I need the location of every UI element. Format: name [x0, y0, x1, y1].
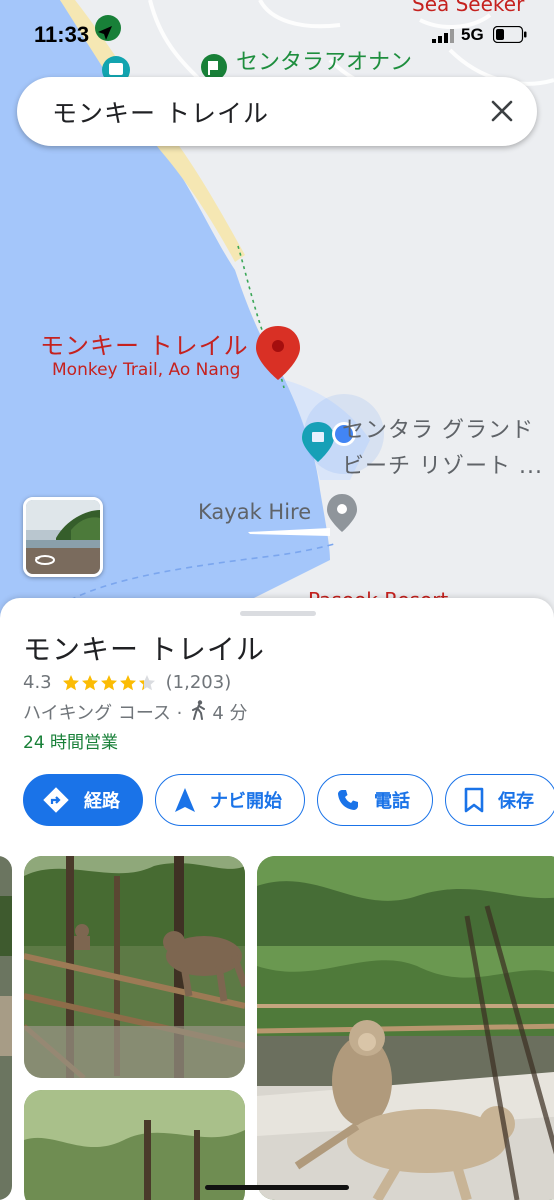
rating-stars [62, 674, 160, 692]
call-button[interactable]: 電話 [317, 774, 433, 826]
battery-icon [492, 25, 527, 47]
review-count[interactable]: (1,203) [166, 672, 232, 693]
save-button[interactable]: 保存 [445, 774, 554, 826]
photo-forest[interactable] [24, 1090, 245, 1200]
sheet-drag-handle[interactable] [240, 611, 316, 616]
map-label-beach-resort[interactable]: ビーチ リゾート ... [342, 448, 543, 480]
home-indicator[interactable] [205, 1185, 349, 1190]
star-icon [62, 674, 79, 690]
map-label-pin-name-en[interactable]: Monkey Trail, Ao Nang [52, 360, 240, 380]
place-category: ハイキング コース · [23, 703, 183, 724]
photo-partial[interactable] [0, 856, 12, 1200]
search-query[interactable]: モンキー トレイル [52, 94, 269, 130]
rating-row[interactable]: 4.3 (1,203) [23, 672, 231, 693]
star-icon [119, 674, 136, 690]
start-navigation-button[interactable]: ナビ開始 [155, 774, 305, 826]
street-view-thumbnail[interactable] [23, 497, 103, 577]
directions-button[interactable]: 経路 [23, 774, 143, 826]
network-type: 5G [461, 25, 484, 44]
save-label: 保存 [498, 791, 534, 812]
photo-monkeys-grooming[interactable] [257, 856, 554, 1200]
bookmark-icon [464, 787, 484, 813]
action-chips: 経路 ナビ開始 電話 保存 [23, 774, 554, 826]
start-navigation-label: ナビ開始 [210, 791, 282, 812]
star-icon [138, 674, 155, 690]
rotate-360-icon [34, 552, 56, 571]
photo-gallery[interactable] [0, 856, 554, 1200]
star-icon [81, 674, 98, 690]
photo-monkey-railing[interactable] [24, 856, 245, 1078]
map-view[interactable]: Sea Seeker センタラアオナン モンキー トレイル Monkey Tra… [0, 0, 554, 640]
opening-hours[interactable]: 24 時間営業 [23, 728, 118, 753]
star-icon [100, 674, 117, 690]
directions-label: 経路 [84, 791, 120, 812]
call-label: 電話 [374, 791, 410, 812]
directions-icon [42, 786, 70, 814]
navigation-arrow-icon [96, 24, 114, 46]
navigate-icon [174, 787, 196, 813]
map-label-kayak-hire[interactable]: Kayak Hire [198, 500, 311, 524]
walk-time: 4 分 [212, 703, 248, 724]
status-time: 11:33 [34, 22, 90, 47]
close-icon[interactable] [485, 94, 519, 128]
category-row: ハイキング コース · 4 分 [23, 699, 248, 725]
status-bar: 11:33 5G [0, 0, 554, 70]
phone-icon [336, 788, 360, 812]
rating-value: 4.3 [23, 672, 52, 693]
map-label-pin-name[interactable]: モンキー トレイル [40, 326, 249, 361]
search-bar[interactable]: モンキー トレイル [17, 77, 537, 146]
signal-icon [432, 28, 456, 47]
place-title: モンキー トレイル [23, 633, 265, 666]
place-sheet[interactable]: モンキー トレイル 4.3 (1,203) ハイキング コース · 4 分 24 [0, 598, 554, 1200]
walking-icon [192, 699, 206, 725]
map-label-centara-grand[interactable]: センタラ グランド [342, 412, 534, 444]
